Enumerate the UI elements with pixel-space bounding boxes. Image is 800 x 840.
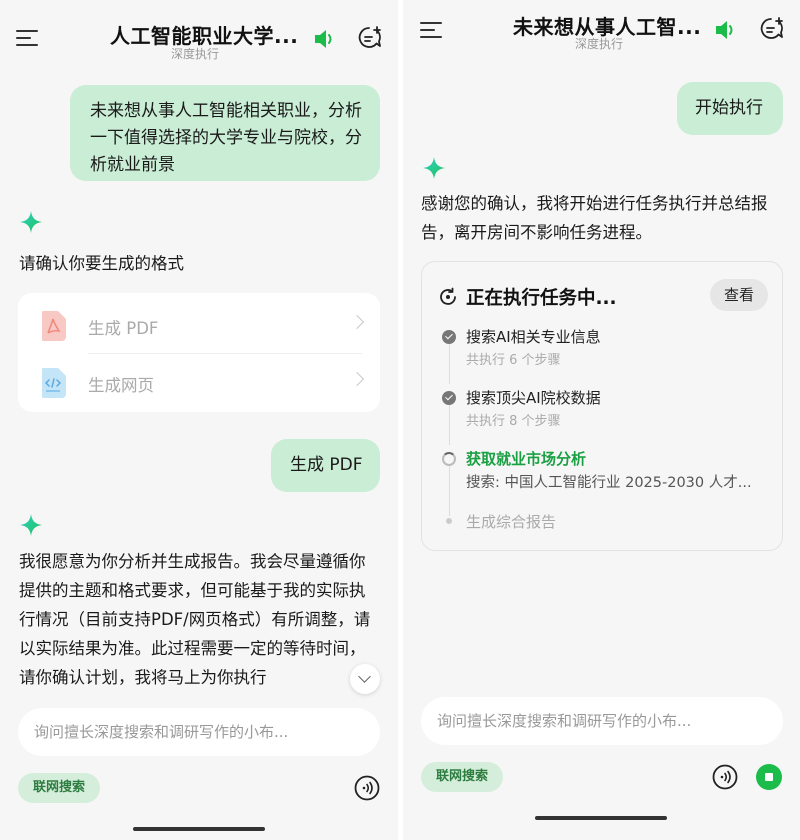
step-name: 获取就业市场分析 [466,450,587,468]
home-indicator [535,816,667,820]
menu-icon[interactable] [16,28,40,48]
task-progress-card: 正在执行任务中... 查看 搜索AI相关专业信息 共执行 6 个步骤 搜索顶尖A… [421,261,783,551]
format-option-webpage[interactable]: 生成网页 [18,353,380,411]
chevron-right-icon [349,371,365,387]
chevron-right-icon [349,314,365,330]
voice-input-icon[interactable] [712,764,738,790]
ai-star-icon [423,157,445,179]
step-name: 搜索顶尖AI院校数据 [466,389,601,407]
chat-header: 未来想从事人工智... 深度执行 [403,0,800,62]
step-name: 生成综合报告 [466,513,557,531]
web-search-chip[interactable]: 联网搜索 [18,773,101,803]
ai-star-icon [20,514,42,536]
step-done-icon [442,391,456,405]
step-name: 搜索AI相关专业信息 [466,328,601,346]
view-button[interactable]: 查看 [709,279,768,311]
user-message: 开始执行 [677,82,783,135]
speaker-icon[interactable] [312,26,338,52]
ai-format-prompt: 请确认你要生成的格式 [19,254,184,273]
step-done-icon [442,330,456,344]
new-chat-icon[interactable] [759,16,785,42]
step-connector [448,405,450,445]
step-detail: 共执行 6 个步骤 [466,353,561,368]
left-chat-screen: 人工智能职业大学... 深度执行 未来想从事人工智能相关职业，分析一下值得选择的… [0,0,398,840]
right-chat-screen: 未来想从事人工智... 深度执行 开始执行 感谢您的确认，我将开始进行任务执行并… [403,0,800,840]
step-loading-icon [442,452,456,466]
ai-reply: 我很愿意为你分析并生成报告。我会尽量遵循你提供的主题和格式要求，但可能基于我的实… [19,552,371,687]
page-subtitle: 深度执行 [171,47,220,61]
step-pending-icon [446,518,452,524]
chat-input[interactable] [437,697,767,745]
task-running-icon [440,287,456,305]
new-chat-icon[interactable] [357,25,383,51]
scroll-down-button[interactable] [350,664,380,694]
composer [421,697,783,745]
speaker-icon[interactable] [713,17,739,43]
user-message: 未来想从事人工智能相关职业，分析一下值得选择的大学专业与院校，分析就业前景 [70,85,380,181]
format-option-label: 生成网页 [88,376,154,395]
chat-input[interactable] [34,708,364,756]
web-search-chip[interactable]: 联网搜索 [421,762,504,792]
ai-star-icon [20,211,42,233]
stop-button[interactable] [756,764,782,790]
page-subtitle: 深度执行 [575,37,624,51]
step-connector [448,344,450,384]
task-title: 正在执行任务中... [466,288,617,309]
step-connector [448,466,450,516]
ai-reply: 感谢您的确认，我将开始进行任务执行并总结报告，离开房间不影响任务进程。 [421,194,768,242]
format-option-pdf[interactable]: 生成 PDF [18,296,380,354]
chat-header: 人工智能职业大学... 深度执行 [0,0,398,62]
menu-icon[interactable] [420,20,444,40]
composer [18,708,380,756]
home-indicator [133,827,265,831]
html-file-icon [42,368,66,398]
format-option-label: 生成 PDF [88,319,159,338]
step-detail: 搜索: 中国人工智能行业 2025-2030 人才... [466,475,752,491]
voice-input-icon[interactable] [354,775,380,801]
format-options-card: 生成 PDF 生成网页 [18,293,380,412]
pdf-file-icon [42,311,66,341]
step-detail: 共执行 8 个步骤 [466,414,561,429]
user-message: 生成 PDF [271,439,380,492]
